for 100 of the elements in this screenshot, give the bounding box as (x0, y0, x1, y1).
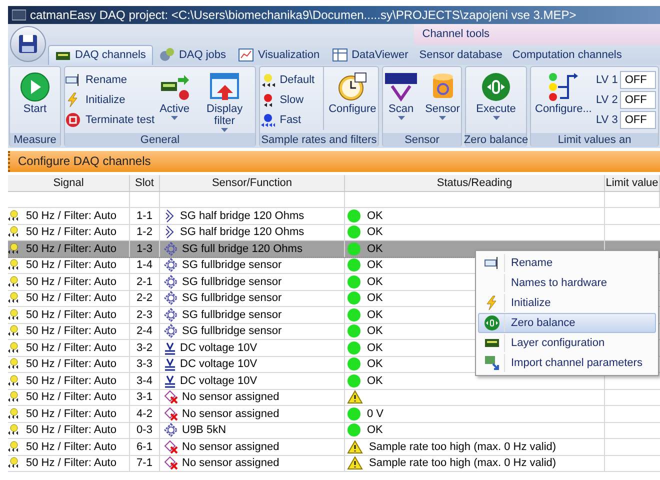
ok-dot-icon (347, 423, 361, 438)
voltage-icon (164, 340, 176, 355)
signal-icon (8, 225, 20, 240)
zero-balance-icon (481, 72, 511, 102)
ribbon-button[interactable]: Start (18, 67, 52, 133)
table-cell-text: SG full bridge 120 Ohms (182, 242, 302, 256)
table-cell-text: 4-2 (136, 406, 152, 422)
table-row[interactable]: 50 Hz / Filter: Auto 3-1 No sensor assigned (8, 390, 660, 406)
signal-icon (8, 274, 20, 289)
table-cell-text: OK (367, 374, 383, 388)
table-row[interactable]: 50 Hz / Filter: Auto 6-1 No sensor assigned Sample rate too high (max. 0 Hz valid) (8, 439, 660, 456)
ribbon-tab[interactable]: DAQ jobs (152, 45, 232, 65)
ribbon-small-button[interactable]: Initialize (65, 90, 155, 110)
table-cell-text: OK (367, 291, 383, 306)
ribbon-small-button[interactable]: Rename (65, 70, 155, 90)
no-sensor-icon (164, 456, 178, 470)
ribbon-small-button[interactable]: Fast (260, 110, 315, 130)
signal-icon (8, 324, 20, 338)
table-cell-text: Sample rate too high (max. 0 Hz valid) (369, 440, 556, 454)
table-cell-text: 50 Hz / Filter: Auto (26, 406, 116, 422)
zero-balance-icon (484, 315, 500, 331)
group-label: Sample rates and filters (261, 133, 377, 147)
group-label: Zero balance (464, 133, 528, 147)
table-cell-text: 1-4 (136, 258, 152, 273)
chevron-icon (164, 225, 176, 240)
table-cell-text: SG fullbridge sensor (182, 274, 282, 290)
table-cell-text: 50 Hz / Filter: Auto (26, 258, 116, 273)
column-header[interactable]: Sensor/Function (160, 175, 345, 191)
ribbon-button[interactable]: Sensor (423, 67, 462, 133)
ribbon-button[interactable]: Display filter (194, 67, 255, 133)
menu-item[interactable]: Zero balance (478, 313, 656, 333)
ribbon-button[interactable]: Active (158, 67, 192, 133)
column-header[interactable]: Slot (130, 175, 160, 191)
input-field[interactable]: OFF (620, 111, 656, 129)
table-cell-text: 2-1 (136, 274, 152, 290)
ok-dot-icon (347, 258, 361, 272)
table-cell-text: 50 Hz / Filter: Auto (26, 456, 116, 471)
input-field[interactable]: OFF (620, 91, 656, 109)
traffic-light-icon (546, 72, 580, 102)
group-label: Limit values an (558, 133, 632, 147)
table-cell-text: 50 Hz / Filter: Auto (26, 440, 116, 454)
ribbon-button[interactable]: Execute (474, 67, 518, 133)
table-cell-text: SG half bridge 120 Ohms (180, 208, 304, 224)
app-menu-button[interactable] (10, 26, 46, 62)
app-icon (12, 9, 26, 21)
column-header[interactable]: Limit value (605, 175, 660, 191)
table-cell-text: OK (367, 340, 383, 356)
table-cell-text: No sensor assigned (182, 390, 280, 405)
table-row[interactable]: 50 Hz / Filter: Auto 1-2 SG half bridge 120 Ohms OK (8, 224, 660, 241)
table-cell-text: OK (367, 258, 383, 273)
table-cell-text: U9B 5kN (182, 423, 226, 438)
table-cell-text: 1-2 (136, 225, 152, 240)
table-cell-text: Sample rate too high (max. 0 Hz valid) (369, 456, 556, 471)
ribbon-tab[interactable]: Sensor database (414, 45, 508, 65)
table-cell-text: OK (367, 225, 383, 240)
column-header[interactable]: Status/Reading (345, 175, 605, 191)
ribbon-button[interactable]: Configure (326, 67, 378, 133)
signal-icon (8, 406, 20, 421)
ribbon-small-button[interactable]: Default (260, 70, 315, 90)
field-label: LV 1 (596, 72, 618, 88)
column-header[interactable]: Signal (8, 175, 130, 191)
ribbon-small-button[interactable]: Slow (260, 90, 315, 110)
signal-icon (8, 291, 20, 306)
table-cell-text: 50 Hz / Filter: Auto (26, 208, 116, 224)
table-row[interactable]: 50 Hz / Filter: Auto 3-4 DC voltage 10V OK (8, 373, 660, 390)
table-cell-text: SG fullbridge sensor (182, 324, 282, 339)
menu-item[interactable]: Names to hardware (478, 273, 656, 293)
table-icon (332, 47, 348, 63)
table-cell-text: 50 Hz / Filter: Auto (26, 225, 116, 240)
ribbon-tab[interactable]: DAQ channels (48, 45, 153, 65)
table-row[interactable]: 50 Hz / Filter: Auto 7-1 No sensor assigned Sample rate too high (max. 0 Hz valid) (8, 456, 660, 472)
table-cell-text: 50 Hz / Filter: Auto (26, 390, 116, 405)
group-label: General (140, 133, 180, 147)
signal-icon (8, 258, 20, 272)
table-row[interactable]: 50 Hz / Filter: Auto 4-2 No sensor assigned 0 V (8, 406, 660, 422)
table-cell-text: 50 Hz / Filter: Auto (26, 308, 116, 322)
ribbon-tab[interactable]: Computation channels (507, 45, 627, 65)
table-row[interactable]: 50 Hz / Filter: Auto 1-1 SG half bridge 120 Ohms OK (8, 208, 660, 224)
ribbon-button[interactable]: Configure... (533, 67, 593, 133)
table-cell-text: 50 Hz / Filter: Auto (26, 423, 116, 438)
table-cell-text: OK (367, 308, 383, 322)
table-cell-text: No sensor assigned (182, 440, 280, 454)
table-cell-text: 50 Hz / Filter: Auto (26, 357, 116, 372)
ribbon-button[interactable]: Scan (382, 67, 420, 133)
table-cell-text: OK (367, 324, 383, 339)
ribbon-tab[interactable]: DataViewer (326, 45, 414, 65)
ribbon-small-button[interactable]: Terminate test (65, 110, 155, 130)
ribbon-tab[interactable]: Visualization (232, 45, 326, 65)
table-cell-text: 0-3 (136, 423, 152, 438)
table-row[interactable]: 50 Hz / Filter: Auto 0-3 U9B 5kN OK (8, 422, 660, 439)
ok-dot-icon (347, 274, 361, 289)
window-title: catmanEasy DAQ project: <C:\Users\biomechanika9\Documen.....sy\PROJECTS\zapojeni vse 3.MEP> (30, 7, 576, 24)
chart-icon (238, 47, 254, 63)
stop-icon (65, 112, 82, 128)
chevron-icon (164, 208, 176, 223)
voltage-icon (164, 357, 176, 372)
input-field[interactable]: OFF (620, 71, 656, 89)
table-cell-text: 1-3 (136, 242, 152, 256)
signal-icon (8, 340, 20, 355)
table-cell-text: 6-1 (136, 440, 152, 454)
